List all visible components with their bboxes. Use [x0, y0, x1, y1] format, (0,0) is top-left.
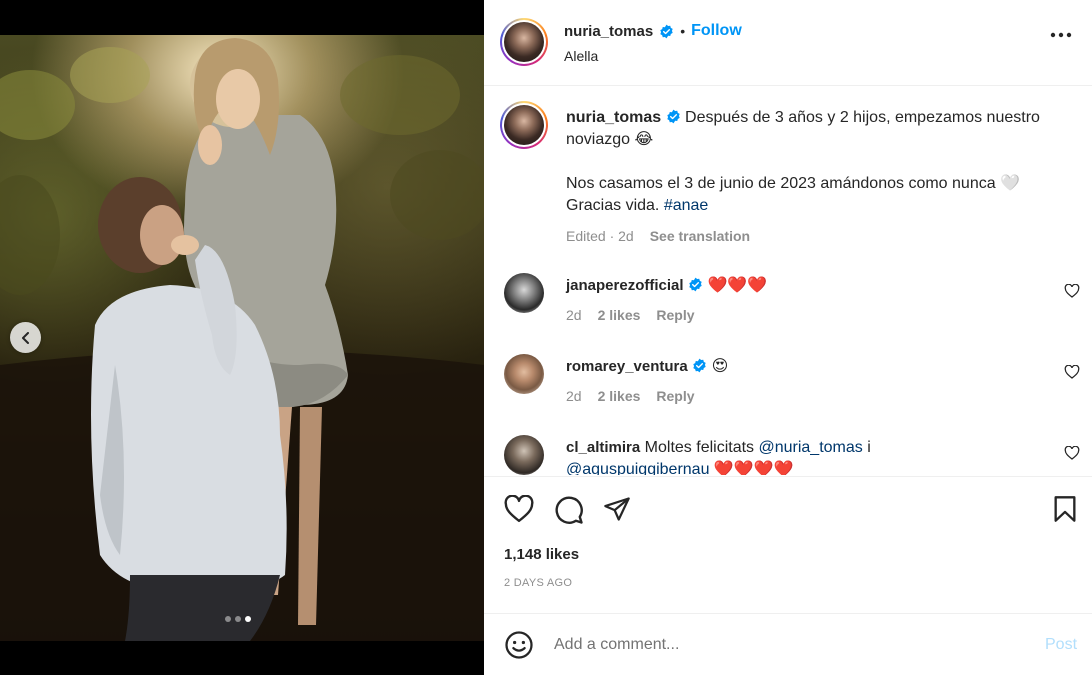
- reply-button[interactable]: Reply: [656, 388, 694, 404]
- comment-icon[interactable]: [554, 495, 584, 525]
- likes-count[interactable]: 1,148 likes: [504, 546, 579, 563]
- comment-age: 2d: [566, 388, 582, 404]
- comment-age: 2d: [566, 307, 582, 323]
- more-options-icon[interactable]: [1050, 32, 1072, 38]
- post-media: [0, 0, 484, 675]
- author-row: nuria_tomas • Follow: [564, 22, 742, 40]
- comment-avatar[interactable]: [504, 435, 544, 475]
- share-send-icon[interactable]: [603, 495, 631, 523]
- comment-text: Moltes felicitats: [644, 439, 759, 456]
- caption-line-3: Gracias vida.: [566, 197, 664, 214]
- comment-text-hearts: ❤️❤️❤️❤️: [709, 461, 794, 475]
- comment-like-heart-icon[interactable]: [1064, 284, 1080, 298]
- chevron-left-icon: [21, 331, 29, 344]
- comment-item: cl_altimira Moltes felicitats @nuria_tom…: [566, 437, 1066, 475]
- header-separator: •: [680, 23, 686, 39]
- post-actions: 1,148 likes 2 DAYS AGO: [484, 476, 1092, 613]
- post-photo[interactable]: [0, 35, 484, 641]
- follow-button[interactable]: Follow: [691, 22, 742, 40]
- comment-likes[interactable]: 2 likes: [598, 307, 641, 323]
- comment-avatar[interactable]: [504, 273, 544, 313]
- comment-text: ❤️❤️❤️: [707, 277, 768, 294]
- save-bookmark-icon[interactable]: [1053, 495, 1077, 523]
- verified-badge-icon: [689, 277, 702, 292]
- post-header: nuria_tomas • Follow Alella: [484, 0, 1092, 86]
- carousel-indicator: [225, 616, 251, 622]
- comment-item: romarey_ventura 😍: [566, 356, 728, 376]
- add-comment-bar: Post: [484, 613, 1092, 675]
- comment-meta: 2d 2 likes Reply: [566, 307, 695, 323]
- comment-mention[interactable]: @aguspuiggibernau: [566, 461, 709, 475]
- comment-like-heart-icon[interactable]: [1064, 446, 1080, 460]
- comment-text: 😍: [711, 358, 729, 375]
- post-time-ago: 2 DAYS AGO: [504, 577, 573, 589]
- post-comment-button[interactable]: Post: [1045, 636, 1077, 654]
- comment-username[interactable]: janaperezofficial: [566, 277, 684, 294]
- see-translation-button[interactable]: See translation: [650, 225, 750, 247]
- carousel-dot: [235, 616, 241, 622]
- like-heart-icon[interactable]: [504, 495, 534, 523]
- carousel-dot-active: [245, 616, 251, 622]
- caption-line-2: Nos casamos el 3 de junio de 2023 amándo…: [566, 175, 1020, 192]
- post-location[interactable]: Alella: [564, 48, 598, 64]
- caption-hashtag[interactable]: #anae: [664, 197, 709, 214]
- comment-like-heart-icon[interactable]: [1064, 365, 1080, 379]
- author-username[interactable]: nuria_tomas: [564, 23, 653, 40]
- emoji-smiley-icon[interactable]: [504, 630, 534, 660]
- comment-username[interactable]: cl_altimira: [566, 439, 640, 456]
- comment-mention[interactable]: @nuria_tomas: [758, 439, 862, 456]
- verified-badge-icon: [666, 109, 680, 124]
- comment-username[interactable]: romarey_ventura: [566, 358, 688, 375]
- caption-author-avatar[interactable]: [500, 101, 548, 149]
- comments-list[interactable]: nuria_tomas Después de 3 años y 2 hijos,…: [484, 87, 1092, 475]
- carousel-prev-button[interactable]: [10, 322, 41, 353]
- verified-badge-icon: [693, 358, 706, 373]
- author-avatar[interactable]: [500, 18, 548, 66]
- photo-illustration: [0, 38, 484, 641]
- verified-badge-icon: [660, 24, 673, 38]
- caption-edited: Edited · 2d: [566, 228, 634, 244]
- comment-text-cont: i: [862, 439, 871, 456]
- reply-button[interactable]: Reply: [656, 307, 694, 323]
- carousel-dot: [225, 616, 231, 622]
- post-side-panel: nuria_tomas • Follow Alella nuria_tomas: [484, 0, 1092, 675]
- comment-input[interactable]: [554, 632, 994, 658]
- comment-avatar[interactable]: [504, 354, 544, 394]
- comment-meta: 2d 2 likes Reply: [566, 388, 695, 404]
- comment-likes[interactable]: 2 likes: [598, 388, 641, 404]
- post-caption: nuria_tomas Después de 3 años y 2 hijos,…: [566, 107, 1066, 247]
- caption-username[interactable]: nuria_tomas: [566, 109, 661, 126]
- comment-item: janaperezofficial ❤️❤️❤️: [566, 275, 767, 295]
